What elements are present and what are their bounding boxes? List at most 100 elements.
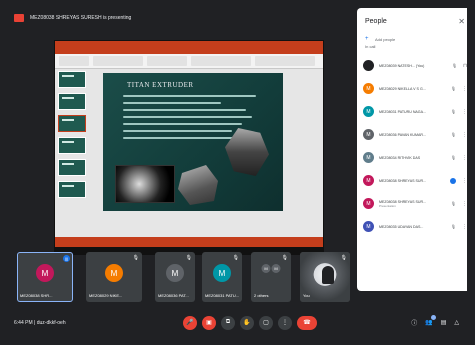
tile-name: MEZ08031 PATU... — [205, 293, 240, 298]
participant-tile[interactable]: M 🎙 MEZ08031 PATU... — [202, 252, 242, 302]
tile-name: MEZ08036 PAT... — [158, 293, 189, 298]
ppt-statusbar — [55, 237, 323, 247]
avatar: M — [36, 264, 54, 282]
participant-name: MEZ08035 UDAYAN DAS... — [379, 224, 424, 229]
participant-tile[interactable]: M M 🎙 2 others — [251, 252, 291, 302]
mic-muted-icon[interactable]: 🎙 — [451, 224, 456, 229]
chat-icon[interactable]: ▤ — [441, 319, 447, 326]
more-options-button[interactable]: ⋮ — [278, 315, 292, 330]
slide-thumbnail — [58, 159, 86, 176]
avatar: M — [363, 221, 374, 232]
avatar: M — [105, 264, 123, 282]
mic-muted-icon[interactable]: 🎙 — [452, 63, 457, 68]
ribbon-group — [59, 56, 89, 66]
close-icon[interactable]: ✕ — [458, 17, 465, 26]
camera-off-button[interactable]: ▣ — [202, 315, 216, 330]
ribbon-group — [191, 56, 251, 66]
participant-tile[interactable]: M ||| MEZ08038 SHR... — [17, 252, 73, 302]
participant-name: MEZ08034 RITHVIK DAS — [379, 155, 421, 160]
participant-row[interactable]: M MEZ08038 SHREYAS SUR... ⋮ — [357, 169, 467, 192]
more-icon[interactable]: ⋮ — [462, 86, 467, 92]
more-icon[interactable]: ⋮ — [462, 178, 467, 184]
ppt-tabs — [55, 49, 323, 54]
ppt-titlebar — [55, 41, 323, 49]
participant-actions: 🎙 ⋮ — [451, 155, 467, 161]
current-slide: TITAN EXTRUDER — [103, 73, 283, 211]
participant-name: MEZ08029 NIKELLA V S G... — [379, 86, 426, 91]
presenting-text: MEZ08038 SHREYAS SURESH is presenting — [30, 15, 132, 21]
more-icon[interactable]: ⋮ — [462, 201, 467, 207]
participant-row[interactable]: M MEZ08029 NIKELLA V S G... 🎙 ⋮ — [357, 77, 467, 100]
tile-name: MEZ08029 NIKE... — [89, 293, 123, 298]
avatar — [363, 60, 374, 71]
people-header: People ✕ — [357, 8, 467, 34]
time-label: 6:44 PM — [14, 319, 33, 326]
participant-name: MEZ08031 PATURU NAGA... — [379, 109, 426, 114]
ppt-workspace: TITAN EXTRUDER — [55, 69, 323, 237]
mic-off-button[interactable]: 🎤 — [183, 315, 197, 330]
more-icon[interactable]: ⋮ — [462, 109, 467, 115]
participant-actions: 🎙 ⊓ — [452, 63, 467, 69]
mic-muted-icon[interactable]: 🎙 — [451, 109, 456, 114]
bottom-bar: 6:44 PM | duz-dkkf-oeh 🎤 ▣ ⧉ ✋ ▢ ⋮ ☎ ⓘ 👥… — [8, 308, 467, 337]
presenting-banner: MEZ08038 SHREYAS SURESH is presenting — [8, 8, 348, 28]
mic-muted-icon: 🎙 — [185, 255, 192, 261]
avatar: M — [363, 129, 374, 140]
avatar: M — [261, 264, 271, 273]
participant-row[interactable]: M MEZ08035 UDAYAN DAS... 🎙 ⋮ — [357, 215, 467, 238]
participant-name: MEZ08039 NATESH... (You) — [379, 63, 425, 68]
ribbon-group — [93, 56, 143, 66]
more-icon[interactable]: ⋮ — [462, 224, 467, 230]
participant-text: MEZ08038 SHREYAS SUR... — [379, 179, 450, 183]
more-icon[interactable]: ⋮ — [462, 132, 467, 138]
participant-text: MEZ08039 NATESH... (You) — [379, 64, 452, 68]
mic-muted-icon[interactable]: 🎙 — [451, 132, 456, 137]
participant-row[interactable]: M MEZ08036 PAVAN KUMAR... 🎙 ⋮ — [357, 123, 467, 146]
present-button[interactable]: ▢ — [259, 315, 273, 330]
raise-hand-button[interactable]: ✋ — [240, 315, 254, 330]
participant-tile[interactable]: 🎙 You — [300, 252, 350, 302]
participant-tile[interactable]: M 🎙 MEZ08029 NIKE... — [86, 252, 142, 302]
participant-actions: 🎙 ⋮ — [451, 201, 467, 207]
info-icon[interactable]: ⓘ — [411, 318, 417, 327]
meeting-info: 6:44 PM | duz-dkkf-oeh — [14, 319, 66, 326]
participant-actions: 🎙 ⋮ — [451, 132, 467, 138]
people-panel: People ✕ + Add people In call MEZ08039 N… — [357, 8, 467, 291]
activities-icon[interactable]: △ — [454, 319, 459, 326]
participant-tile[interactable]: M 🎙 MEZ08036 PAT... — [155, 252, 195, 302]
extruder-image — [115, 165, 175, 203]
speaking-icon: ||| — [63, 255, 70, 262]
pin-icon[interactable]: ⊓ — [463, 63, 467, 69]
mic-muted-icon[interactable]: 🎙 — [451, 155, 456, 160]
mic-muted-icon[interactable]: 🎙 — [451, 201, 456, 206]
avatar: M — [213, 264, 231, 282]
right-controls: ⓘ 👥 ▤ △ — [411, 315, 459, 327]
participant-subtitle: Presentation — [379, 203, 396, 208]
speaking-icon[interactable] — [450, 177, 456, 184]
end-call-button[interactable]: ☎ — [297, 315, 317, 330]
present-screen-icon — [14, 14, 24, 22]
call-controls: 🎤 ▣ ⧉ ✋ ▢ ⋮ ☎ — [183, 315, 317, 330]
slide-thumbnail — [58, 181, 86, 198]
avatar: M — [363, 106, 374, 117]
participant-actions: 🎙 ⋮ — [451, 86, 467, 92]
captions-button[interactable]: ⧉ — [221, 315, 235, 330]
participant-row[interactable]: M MEZ08034 RITHVIK DAS 🎙 ⋮ — [357, 146, 467, 169]
avatar: M — [363, 175, 374, 186]
people-icon[interactable]: 👥 — [425, 315, 436, 326]
participant-row[interactable]: MEZ08039 NATESH... (You) 🎙 ⊓ — [357, 54, 467, 77]
slide-thumbnail — [58, 93, 86, 110]
participant-row[interactable]: M MEZ08031 PATURU NAGA... 🎙 ⋮ — [357, 100, 467, 123]
mic-muted-icon: 🎙 — [232, 255, 239, 261]
mic-muted-icon: 🎙 — [340, 255, 347, 261]
slide-thumbnail — [58, 137, 86, 154]
shared-screen: TITAN EXTRUDER — [54, 40, 324, 248]
participant-row[interactable]: M MEZ08038 SHREYAS SUR... Presentation 🎙 ⋮ — [357, 192, 467, 215]
more-icon[interactable]: ⋮ — [462, 155, 467, 161]
add-people-button[interactable]: + Add people — [357, 34, 467, 44]
mic-muted-icon[interactable]: 🎙 — [451, 86, 456, 91]
avatar: M — [166, 264, 184, 282]
participant-text: MEZ08029 NIKELLA V S G... — [379, 87, 451, 91]
participant-text: MEZ08035 UDAYAN DAS... — [379, 225, 451, 229]
people-title: People — [365, 17, 387, 25]
